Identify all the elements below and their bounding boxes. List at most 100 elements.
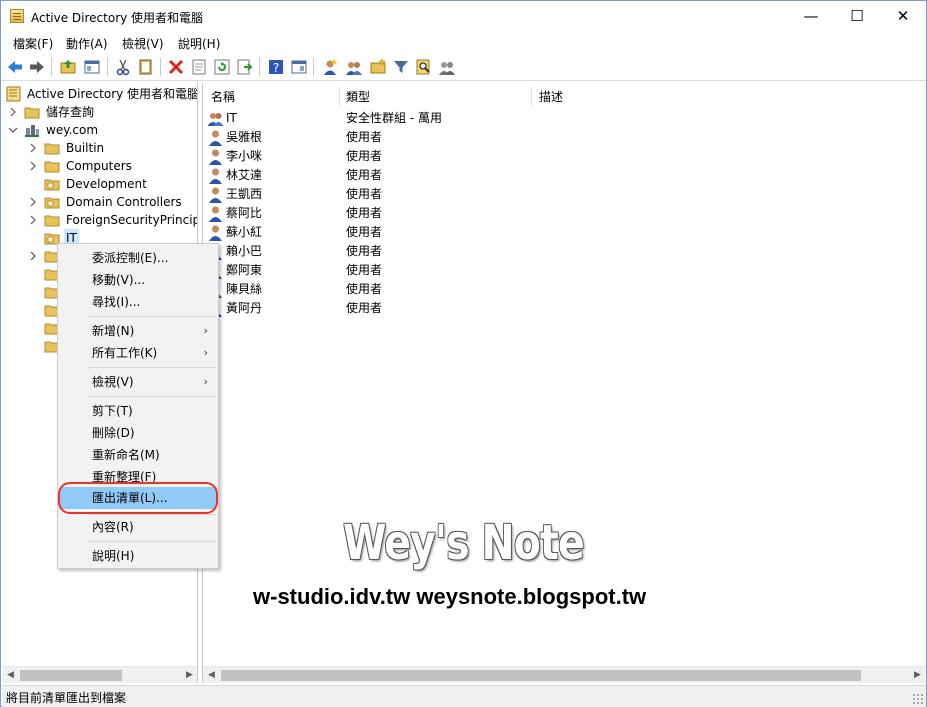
close-button[interactable]: ✕ (880, 1, 926, 32)
scroll-right-icon[interactable]: ▶ (181, 667, 197, 683)
highlight-ring (58, 482, 218, 514)
chevron-right-icon[interactable] (28, 143, 38, 153)
submenu-arrow-icon: › (203, 375, 208, 388)
row-type: 使用者 (346, 244, 383, 258)
list-row-user[interactable]: 賴小巴 使用者 (203, 242, 903, 261)
refresh-icon[interactable] (213, 58, 231, 76)
chevron-right-icon[interactable] (28, 215, 38, 225)
filter-icon[interactable] (392, 58, 410, 76)
chevron-right-icon[interactable] (8, 107, 18, 117)
ctx-delete[interactable]: 刪除(D) (60, 422, 216, 444)
list-row-user[interactable]: 吳雅根 使用者 (203, 128, 903, 147)
row-name: 蔡阿比 (226, 206, 263, 220)
row-type: 使用者 (346, 187, 383, 201)
watermark-title: Wey's Note (343, 515, 585, 571)
user-icon (207, 167, 224, 184)
properties-icon[interactable] (190, 58, 208, 76)
resize-grip-icon[interactable] (912, 693, 924, 705)
list-row-user[interactable]: 蔡阿比 使用者 (203, 204, 903, 223)
ctx-find[interactable]: 尋找(I)... (60, 291, 216, 313)
chevron-right-icon[interactable] (28, 161, 38, 171)
scroll-thumb[interactable] (221, 670, 861, 681)
find-icon[interactable] (415, 58, 433, 76)
ou-folder-icon (44, 176, 60, 192)
chevron-down-icon[interactable] (8, 125, 18, 135)
ctx-label: 移動(V)... (92, 273, 146, 287)
tree-item-foreign-security-principals[interactable]: ForeignSecurityPrincipals (28, 211, 197, 229)
chevron-right-icon[interactable] (28, 197, 38, 207)
export-list-icon[interactable] (236, 58, 254, 76)
row-name: 陳貝絲 (226, 282, 263, 296)
list-row-user[interactable]: 鄭阿東 使用者 (203, 261, 903, 280)
list-row-group[interactable]: IT 安全性群組 - 萬用 (203, 109, 903, 128)
column-header-description[interactable]: 描述 (539, 87, 563, 107)
console-icon[interactable] (290, 58, 308, 76)
title-bar: Active Directory 使用者和電腦 — ☐ ✕ (1, 1, 926, 32)
delete-icon[interactable] (167, 58, 185, 76)
ctx-new[interactable]: 新增(N) › (60, 320, 216, 342)
help-icon[interactable]: ? (267, 58, 285, 76)
minimize-button[interactable]: — (788, 1, 834, 32)
new-ou-icon[interactable] (369, 58, 387, 76)
status-bar: 將目前清單匯出到檔案 (2, 685, 926, 707)
ctx-move[interactable]: 移動(V)... (60, 269, 216, 291)
ctx-delegate-control[interactable]: 委派控制(E)... (60, 247, 216, 269)
group-icon (207, 110, 224, 127)
maximize-button[interactable]: ☐ (834, 1, 880, 32)
list-row-user[interactable]: 李小咪 使用者 (203, 147, 903, 166)
back-arrow-icon[interactable] (6, 58, 24, 76)
list-row-user[interactable]: 黃阿丹 使用者 (203, 299, 903, 318)
menu-help[interactable]: 說明(H) (178, 35, 220, 52)
context-menu: 委派控制(E)... 移動(V)... 尋找(I)... 新增(N) › 所有工作… (57, 243, 219, 569)
ctx-cut[interactable]: 剪下(T) (60, 400, 216, 422)
scroll-thumb[interactable] (20, 670, 122, 681)
scroll-left-icon[interactable]: ◀ (203, 667, 220, 683)
row-name: 鄭阿東 (226, 263, 263, 277)
ctx-view[interactable]: 檢視(V) › (60, 371, 216, 393)
menu-view[interactable]: 檢視(V) (122, 35, 164, 52)
row-name: 蘇小紅 (226, 225, 263, 239)
menu-file[interactable]: 檔案(F) (13, 35, 53, 52)
ctx-all-tasks[interactable]: 所有工作(K) › (60, 342, 216, 364)
forward-arrow-icon[interactable] (28, 58, 46, 76)
add-to-group-icon[interactable] (438, 58, 456, 76)
tree-root[interactable]: Active Directory 使用者和電腦 [ (6, 85, 197, 103)
new-group-icon[interactable] (345, 58, 363, 76)
ctx-rename[interactable]: 重新命名(M) (60, 444, 216, 466)
column-header-type[interactable]: 類型 (346, 87, 370, 107)
tree-item-domain[interactable]: wey.com (8, 121, 197, 139)
list-row-user[interactable]: 陳貝絲 使用者 (203, 280, 903, 299)
row-type: 使用者 (346, 168, 383, 182)
tree-item-computers[interactable]: Computers (28, 157, 197, 175)
tree-horizontal-scrollbar[interactable]: ◀ ▶ (2, 666, 197, 683)
user-icon (207, 129, 224, 146)
up-folder-icon[interactable] (59, 58, 77, 76)
show-hide-tree-icon[interactable] (83, 58, 101, 76)
ctx-help[interactable]: 說明(H) (60, 545, 216, 567)
row-type: 使用者 (346, 301, 383, 315)
tree-item-development[interactable]: Development (28, 175, 197, 193)
copy-icon[interactable] (137, 58, 155, 76)
scroll-left-icon[interactable]: ◀ (2, 667, 19, 683)
menu-action[interactable]: 動作(A) (66, 35, 108, 52)
new-user-icon[interactable] (321, 58, 339, 76)
column-header-name[interactable]: 名稱 (211, 87, 235, 107)
ctx-properties[interactable]: 內容(R) (60, 516, 216, 538)
folder-icon (24, 104, 40, 120)
list-row-user[interactable]: 王凱西 使用者 (203, 185, 903, 204)
row-name: 吳雅根 (226, 130, 263, 144)
ad-app-icon (10, 9, 24, 23)
cut-icon[interactable] (114, 58, 132, 76)
row-type: 安全性群組 - 萬用 (346, 111, 442, 125)
chevron-right-icon[interactable] (28, 251, 38, 261)
ctx-label: 刪除(D) (92, 426, 135, 440)
tree-item-domain-controllers[interactable]: Domain Controllers (28, 193, 197, 211)
list-horizontal-scrollbar[interactable]: ◀ ▶ (203, 666, 926, 683)
tree-item-saved-queries[interactable]: 儲存查詢 (8, 103, 197, 121)
tree-item-builtin[interactable]: Builtin (28, 139, 197, 157)
scroll-right-icon[interactable]: ▶ (909, 667, 926, 683)
ctx-label: 委派控制(E)... (92, 251, 169, 265)
row-type: 使用者 (346, 263, 383, 277)
list-row-user[interactable]: 蘇小紅 使用者 (203, 223, 903, 242)
list-row-user[interactable]: 林艾達 使用者 (203, 166, 903, 185)
